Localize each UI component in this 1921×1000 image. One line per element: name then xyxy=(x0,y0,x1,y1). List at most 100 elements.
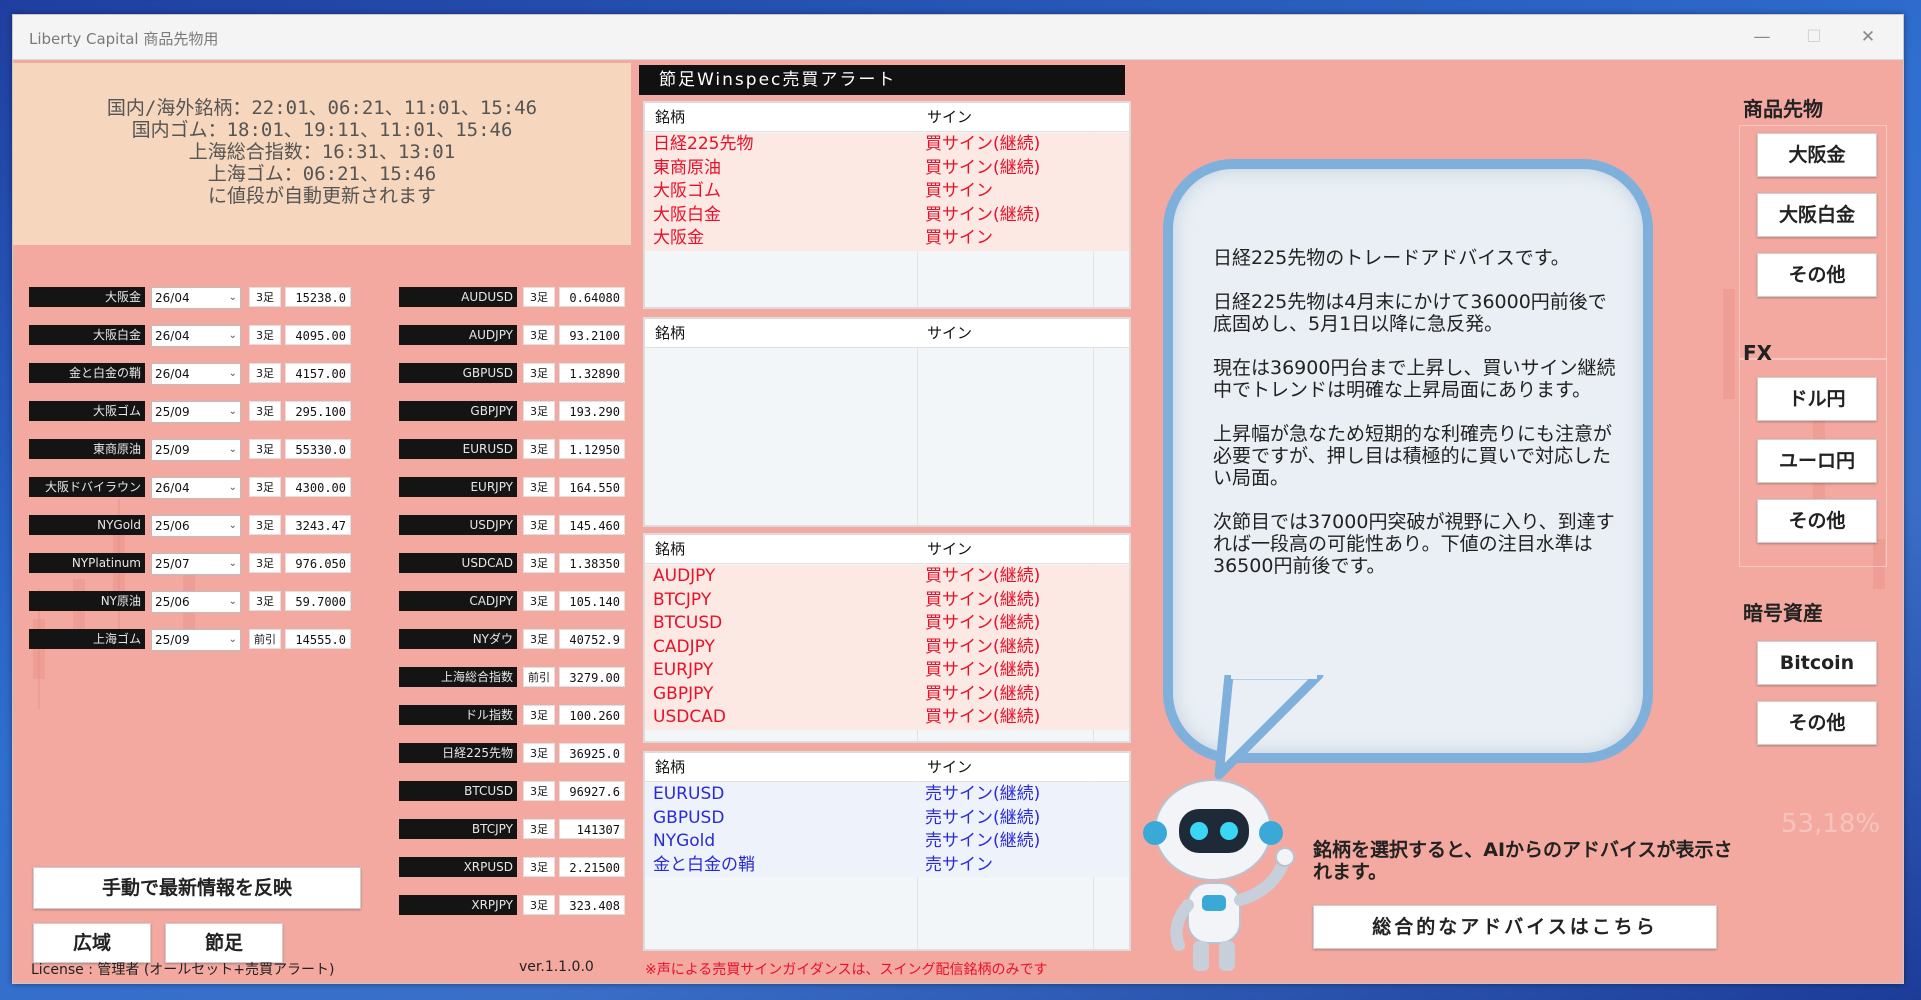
chevron-down-icon: ⌄ xyxy=(228,444,237,455)
contract-month-select[interactable]: 25/09 ⌄ xyxy=(151,629,241,651)
symbol-cell: 大阪白金 xyxy=(653,204,721,225)
contract-month-value: 25/09 xyxy=(155,443,190,457)
table-row[interactable]: 金と白金の鞘 売サイン xyxy=(645,853,1129,877)
contract-month-select[interactable]: 25/09 ⌄ xyxy=(151,401,241,423)
main-content: 53,18% 国内/海外銘柄：22:01、06:21、11:01、15:46 国… xyxy=(13,59,1903,983)
symbol-cell: 大阪金 xyxy=(653,228,704,248)
fx-label: NYダウ xyxy=(399,629,517,649)
fx-label: AUDUSD xyxy=(399,287,517,307)
symbol-cell: BTCUSD xyxy=(653,613,723,633)
advice-paragraph: 日経225先物は4月末にかけて36000円前後で底固めし、5月1日以降に急反発。 xyxy=(1213,291,1607,335)
price-value: 3279.00 xyxy=(559,667,625,687)
advice-text: 日経225先物のトレードアドバイスです。 日経225先物は4月末にかけて3600… xyxy=(1213,247,1623,599)
table-row[interactable]: BTCUSD 買サイン(継続) xyxy=(645,612,1129,636)
contract-month-value: 26/04 xyxy=(155,291,190,305)
nav-crypto-other-button[interactable]: その他 xyxy=(1757,701,1877,745)
daily-bar-button[interactable]: 節足 xyxy=(165,923,283,963)
nav-bitcoin-button[interactable]: Bitcoin xyxy=(1757,641,1877,685)
price-value: 164.550 xyxy=(559,477,625,497)
contract-month-select[interactable]: 25/06 ⌄ xyxy=(151,591,241,613)
table-row[interactable]: BTCJPY 買サイン(継続) xyxy=(645,588,1129,612)
table-row[interactable]: EURUSD 売サイン(継続) xyxy=(645,783,1129,807)
schedule-line: 上海総合指数：16:31、13:01 xyxy=(188,141,456,163)
contract-month-select[interactable]: 25/09 ⌄ xyxy=(151,439,241,461)
symbol-cell: CADJPY xyxy=(653,636,715,657)
contract-month-select[interactable]: 26/04 ⌄ xyxy=(151,363,241,385)
header-symbol: 銘柄 xyxy=(655,540,686,558)
timeframe-tag: 3足 xyxy=(249,439,281,459)
symbol-cell: 金と白金の鞘 xyxy=(653,854,755,875)
symbol-cell: 東商原油 xyxy=(653,157,721,178)
sign-cell: 買サイン(継続) xyxy=(925,636,1041,657)
crypto-nav-header: 暗号資産 xyxy=(1743,601,1823,625)
commodity-label: 上海ゴム xyxy=(29,629,145,649)
advice-paragraph: 次節目では37000円突破が視野に入り、到達すれば一段高の可能性あり。下値の注目… xyxy=(1213,511,1615,577)
timeframe-tag: 3足 xyxy=(523,325,555,345)
contract-month-select[interactable]: 25/07 ⌄ xyxy=(151,553,241,575)
commodity-label: NYGold xyxy=(29,515,145,535)
contract-month-select[interactable]: 25/06 ⌄ xyxy=(151,515,241,537)
timeframe-tag: 3足 xyxy=(523,477,555,497)
commodity-label: NYPlatinum xyxy=(29,553,145,573)
alert-table-sell[interactable]: 銘柄 サイン EURUSD 売サイン(継続) GBPUSD 売サイン(継続) NYGo… xyxy=(643,751,1131,951)
fx-label: ドル指数 xyxy=(399,705,517,725)
price-value: 105.140 xyxy=(559,591,625,611)
price-value: 15238.0 xyxy=(285,287,351,307)
table-row[interactable]: NYGold 売サイン(継続) xyxy=(645,830,1129,854)
timeframe-tag: 3足 xyxy=(249,553,281,573)
chevron-down-icon: ⌄ xyxy=(228,406,237,417)
timeframe-tag: 前引 xyxy=(249,629,281,649)
table-row[interactable]: 日経225先物 買サイン(継続) xyxy=(645,133,1129,157)
timeframe-tag: 3足 xyxy=(249,515,281,535)
table-row[interactable]: 大阪白金 買サイン(継続) xyxy=(645,203,1129,227)
contract-month-select[interactable]: 26/04 ⌄ xyxy=(151,325,241,347)
minimize-icon[interactable]: — xyxy=(1737,21,1787,53)
chevron-down-icon: ⌄ xyxy=(228,558,237,569)
close-icon[interactable]: ✕ xyxy=(1843,21,1893,53)
price-value: 55330.0 xyxy=(285,439,351,459)
nav-usdjpy-button[interactable]: ドル円 xyxy=(1757,377,1877,421)
contract-month-select[interactable]: 26/04 ⌄ xyxy=(151,287,241,309)
fx-label: BTCJPY xyxy=(399,819,517,839)
alert-table-empty[interactable]: 銘柄 サイン xyxy=(643,317,1131,527)
nav-eurjpy-button[interactable]: ユーロ円 xyxy=(1757,439,1877,483)
nav-osaka-platinum-button[interactable]: 大阪白金 xyxy=(1757,193,1877,237)
sign-cell: 売サイン xyxy=(925,854,993,875)
sign-cell: 売サイン(継続) xyxy=(925,807,1041,828)
price-value: 3243.47 xyxy=(285,515,351,535)
contract-month-value: 26/04 xyxy=(155,481,190,495)
timeframe-tag: 3足 xyxy=(523,743,555,763)
sign-cell: 買サイン(継続) xyxy=(925,204,1041,225)
table-row[interactable]: 東商原油 買サイン(継続) xyxy=(645,156,1129,180)
wide-area-button[interactable]: 広域 xyxy=(33,923,151,963)
table-row[interactable]: GBPJPY 買サイン(継続) xyxy=(645,682,1129,706)
alert-table-domestic[interactable]: 銘柄 サイン 日経225先物 買サイン(継続) 東商原油 買サイン(継続) 大阪ゴム買… xyxy=(643,101,1131,309)
fx-label: 上海総合指数 xyxy=(399,667,517,687)
nav-fx-other-button[interactable]: その他 xyxy=(1757,499,1877,543)
header-sign: サイン xyxy=(927,540,973,558)
maximize-icon[interactable]: ☐ xyxy=(1789,21,1839,53)
commodity-label: 大阪ゴム xyxy=(29,401,145,421)
table-row[interactable]: CADJPY 買サイン(継続) xyxy=(645,635,1129,659)
timeframe-tag: 3足 xyxy=(523,705,555,725)
table-row[interactable]: USDCAD 買サイン(継続) xyxy=(645,706,1129,730)
ai-hint-text: 銘柄を選択すると、AIからのアドバイスが表示されます。 xyxy=(1313,839,1733,883)
table-row[interactable]: AUDJPY 買サイン(継続) xyxy=(645,565,1129,589)
voice-guidance-note: ※声による売買サインガイダンスは、スイング配信銘柄のみです xyxy=(645,962,1048,978)
contract-month-value: 25/09 xyxy=(155,405,190,419)
table-row[interactable]: 大阪金 買サイン xyxy=(645,227,1129,251)
table-row[interactable]: 大阪ゴム 買サイン xyxy=(645,180,1129,204)
symbol-cell: EURJPY xyxy=(653,660,714,680)
table-row[interactable]: EURJPY 買サイン(継続) xyxy=(645,659,1129,683)
contract-month-select[interactable]: 26/04 ⌄ xyxy=(151,477,241,499)
nav-osaka-gold-button[interactable]: 大阪金 xyxy=(1757,133,1877,177)
table-body: AUDJPY 買サイン(継続) BTCJPY 買サイン(継続) BTCUSD 買サイン… xyxy=(645,565,1129,730)
nav-commodity-other-button[interactable]: その他 xyxy=(1757,253,1877,297)
timeframe-tag: 3足 xyxy=(523,629,555,649)
table-row[interactable]: GBPUSD 売サイン(継続) xyxy=(645,806,1129,830)
alert-table-fx-buy[interactable]: 銘柄 サイン AUDJPY 買サイン(継続) BTCJPY 買サイン(継続) BTCU… xyxy=(643,533,1131,743)
timeframe-tag: 3足 xyxy=(523,515,555,535)
overall-advice-button[interactable]: 総合的なアドバイスはこちら xyxy=(1313,905,1717,949)
chevron-down-icon: ⌄ xyxy=(228,292,237,303)
manual-refresh-button[interactable]: 手動で最新情報を反映 xyxy=(33,867,361,909)
